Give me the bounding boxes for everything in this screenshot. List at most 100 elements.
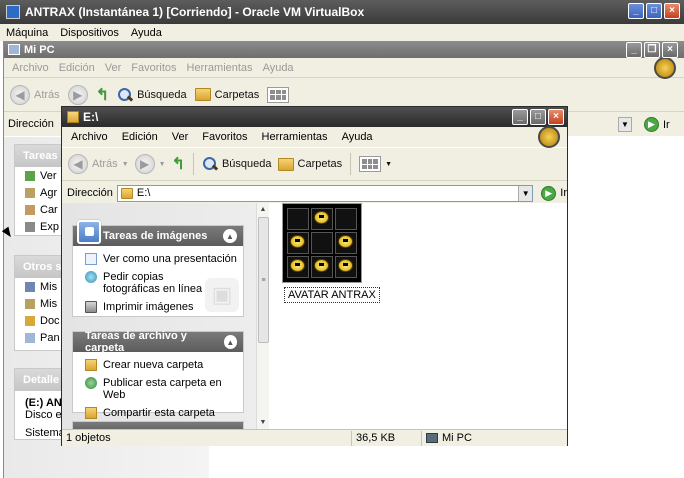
scroll-down-arrow-icon[interactable]: ▼ — [257, 416, 269, 429]
status-size: 36,5 KB — [352, 430, 422, 446]
menu-edicion[interactable]: Edición — [122, 131, 158, 143]
views-button[interactable]: ▼ — [359, 156, 392, 172]
windows-logo-icon — [538, 126, 560, 148]
go-arrow-icon: ▶ — [644, 117, 659, 132]
menu-favoritos[interactable]: Favoritos — [202, 131, 247, 143]
drive-folder-icon — [120, 187, 133, 199]
task-pane-scrollbar[interactable]: ▲ ≡ ▼ — [256, 203, 269, 429]
mi-pc-title-bar[interactable]: Mi PC _ ❐ × — [4, 41, 684, 58]
virtualbox-menu-bar: Máquina Dispositivos Ayuda — [0, 24, 684, 41]
virtualbox-title-bar[interactable]: ANTRAX (Instantánea 1) [Corriendo] - Ora… — [0, 0, 684, 24]
mi-pc-back-button[interactable]: ◀ Atrás — [10, 84, 60, 105]
new-folder-icon — [85, 359, 97, 371]
task-slideshow[interactable]: Ver como una presentación — [73, 250, 243, 268]
views-icon — [359, 156, 382, 172]
mi-pc-search-button[interactable]: Búsqueda — [117, 87, 187, 103]
maximize-button[interactable]: □ — [646, 3, 662, 19]
collapse-chevron-icon[interactable]: ▲ — [223, 335, 237, 349]
menu-herramientas[interactable]: Herramientas — [262, 131, 328, 143]
mi-pc-title: Mi PC — [24, 43, 55, 56]
mi-pc-forward-button[interactable]: ▶ — [67, 84, 88, 105]
collapse-chevron-icon[interactable]: ▲ — [223, 229, 237, 243]
mi-pc-address-label: Dirección — [8, 118, 54, 130]
mi-pc-menu-herramientas[interactable]: Herramientas — [187, 62, 253, 74]
mi-pc-menu-bar: Archivo Edición Ver Favoritos Herramient… — [4, 56, 684, 79]
explorer-title-bar[interactable]: E:\ _ □ × — [62, 107, 567, 127]
folders-button[interactable]: Carpetas — [277, 157, 342, 171]
task-share-folder[interactable]: Compartir esta carpeta — [73, 404, 243, 422]
mi-pc-menu-favoritos[interactable]: Favoritos — [131, 62, 176, 74]
image-watermark-icon: ▣ — [205, 278, 239, 312]
image-tasks-panel: Tareas de imágenes ▲ Ver como una presen… — [72, 220, 244, 317]
folders-icon — [194, 88, 211, 101]
search-icon — [117, 87, 133, 103]
mi-pc-address-dropdown[interactable]: ▼ — [618, 117, 632, 132]
explorer-title: E:\ — [83, 110, 99, 124]
explorer-body: Tareas de imágenes ▲ Ver como una presen… — [62, 203, 567, 429]
task-pane: Tareas de imágenes ▲ Ver como una presen… — [62, 203, 256, 429]
mi-pc-menu-edicion[interactable]: Edición — [59, 62, 95, 74]
status-location: Mi PC — [422, 431, 565, 446]
menu-ayuda-explorer[interactable]: Ayuda — [342, 131, 373, 143]
search-button[interactable]: Búsqueda — [202, 156, 272, 172]
image-tasks-header[interactable]: Tareas de imágenes ▲ — [73, 220, 243, 246]
status-object-count: 1 objetos — [62, 430, 352, 446]
share-folder-icon — [85, 407, 97, 419]
image-tasks-icon — [77, 220, 101, 244]
virtualbox-title: ANTRAX (Instantánea 1) [Corriendo] - Ora… — [25, 5, 365, 19]
mi-pc-up-icon[interactable]: ↰ — [96, 85, 109, 105]
up-folder-icon[interactable]: ↰ — [172, 154, 185, 174]
explorer-minimize-button[interactable]: _ — [512, 109, 528, 125]
explorer-maximize-button[interactable]: □ — [530, 109, 546, 125]
address-bar: Dirección E:\ ▼ ▶ Ir — [62, 181, 567, 205]
mi-pc-views-button[interactable] — [267, 86, 290, 103]
mi-pc-close-button[interactable]: × — [662, 42, 678, 58]
go-arrow-icon: ▶ — [541, 185, 557, 201]
menu-maquina[interactable]: Máquina — [6, 27, 48, 39]
file-view: AVATAR ANTRAX — [270, 203, 567, 429]
computer-icon — [426, 433, 438, 443]
file-thumbnail[interactable] — [282, 203, 362, 283]
go-button[interactable]: ▶ Ir — [541, 185, 567, 201]
mi-pc-menu-ver[interactable]: Ver — [105, 62, 122, 74]
address-input[interactable]: E:\ ▼ — [116, 184, 534, 202]
mi-pc-menu-ayuda[interactable]: Ayuda — [263, 62, 294, 74]
menu-ayuda[interactable]: Ayuda — [131, 27, 162, 39]
forward-button[interactable]: ▶ ▼ — [134, 154, 166, 174]
virtualbox-icon — [6, 5, 20, 19]
slideshow-icon — [85, 253, 97, 265]
explorer-window-e: E:\ _ □ × Archivo Edición Ver Favoritos … — [61, 106, 568, 446]
forward-arrow-icon: ▶ — [134, 154, 155, 174]
menu-archivo[interactable]: Archivo — [71, 131, 108, 143]
windows-logo-icon — [654, 56, 676, 79]
publish-web-icon — [85, 377, 97, 389]
search-icon — [202, 156, 218, 172]
mi-pc-go-button[interactable]: ▶ Ir — [644, 117, 670, 132]
menu-dispositivos[interactable]: Dispositivos — [60, 27, 119, 39]
file-folder-tasks-header[interactable]: Tareas de archivo y carpeta ▲ — [73, 330, 243, 354]
mi-pc-minimize-button[interactable]: _ — [626, 42, 642, 58]
back-arrow-icon: ◀ — [68, 154, 88, 174]
file-name-label[interactable]: AVATAR ANTRAX — [284, 287, 380, 303]
explorer-toolbar: ◀ Atrás ▼ ▶ ▼ ↰ Búsqueda Carpetas ▼ — [62, 147, 567, 181]
back-button[interactable]: ◀ Atrás ▼ — [68, 154, 129, 174]
order-prints-icon — [85, 271, 97, 283]
task-publish-web[interactable]: Publicar esta carpeta en Web — [73, 374, 243, 404]
address-label: Dirección — [67, 187, 113, 199]
file-folder-tasks-panel: Tareas de archivo y carpeta ▲ Crear nuev… — [72, 330, 244, 419]
mi-pc-restore-button[interactable]: ❐ — [644, 42, 660, 58]
explorer-menu-bar: Archivo Edición Ver Favoritos Herramient… — [62, 126, 567, 148]
mi-pc-folders-button[interactable]: Carpetas — [194, 88, 259, 101]
close-button[interactable]: × — [664, 3, 680, 19]
folder-icon — [67, 111, 79, 123]
scroll-up-arrow-icon[interactable]: ▲ — [257, 203, 269, 216]
computer-icon — [8, 44, 20, 55]
task-new-folder[interactable]: Crear nueva carpeta — [73, 356, 243, 374]
minimize-button[interactable]: _ — [628, 3, 644, 19]
scroll-thumb[interactable]: ≡ — [258, 217, 269, 343]
mi-pc-menu-archivo[interactable]: Archivo — [12, 62, 49, 74]
menu-ver[interactable]: Ver — [172, 131, 189, 143]
status-bar: 1 objetos 36,5 KB Mi PC — [62, 429, 567, 446]
address-dropdown-button[interactable]: ▼ — [518, 185, 533, 201]
explorer-close-button[interactable]: × — [548, 109, 564, 125]
